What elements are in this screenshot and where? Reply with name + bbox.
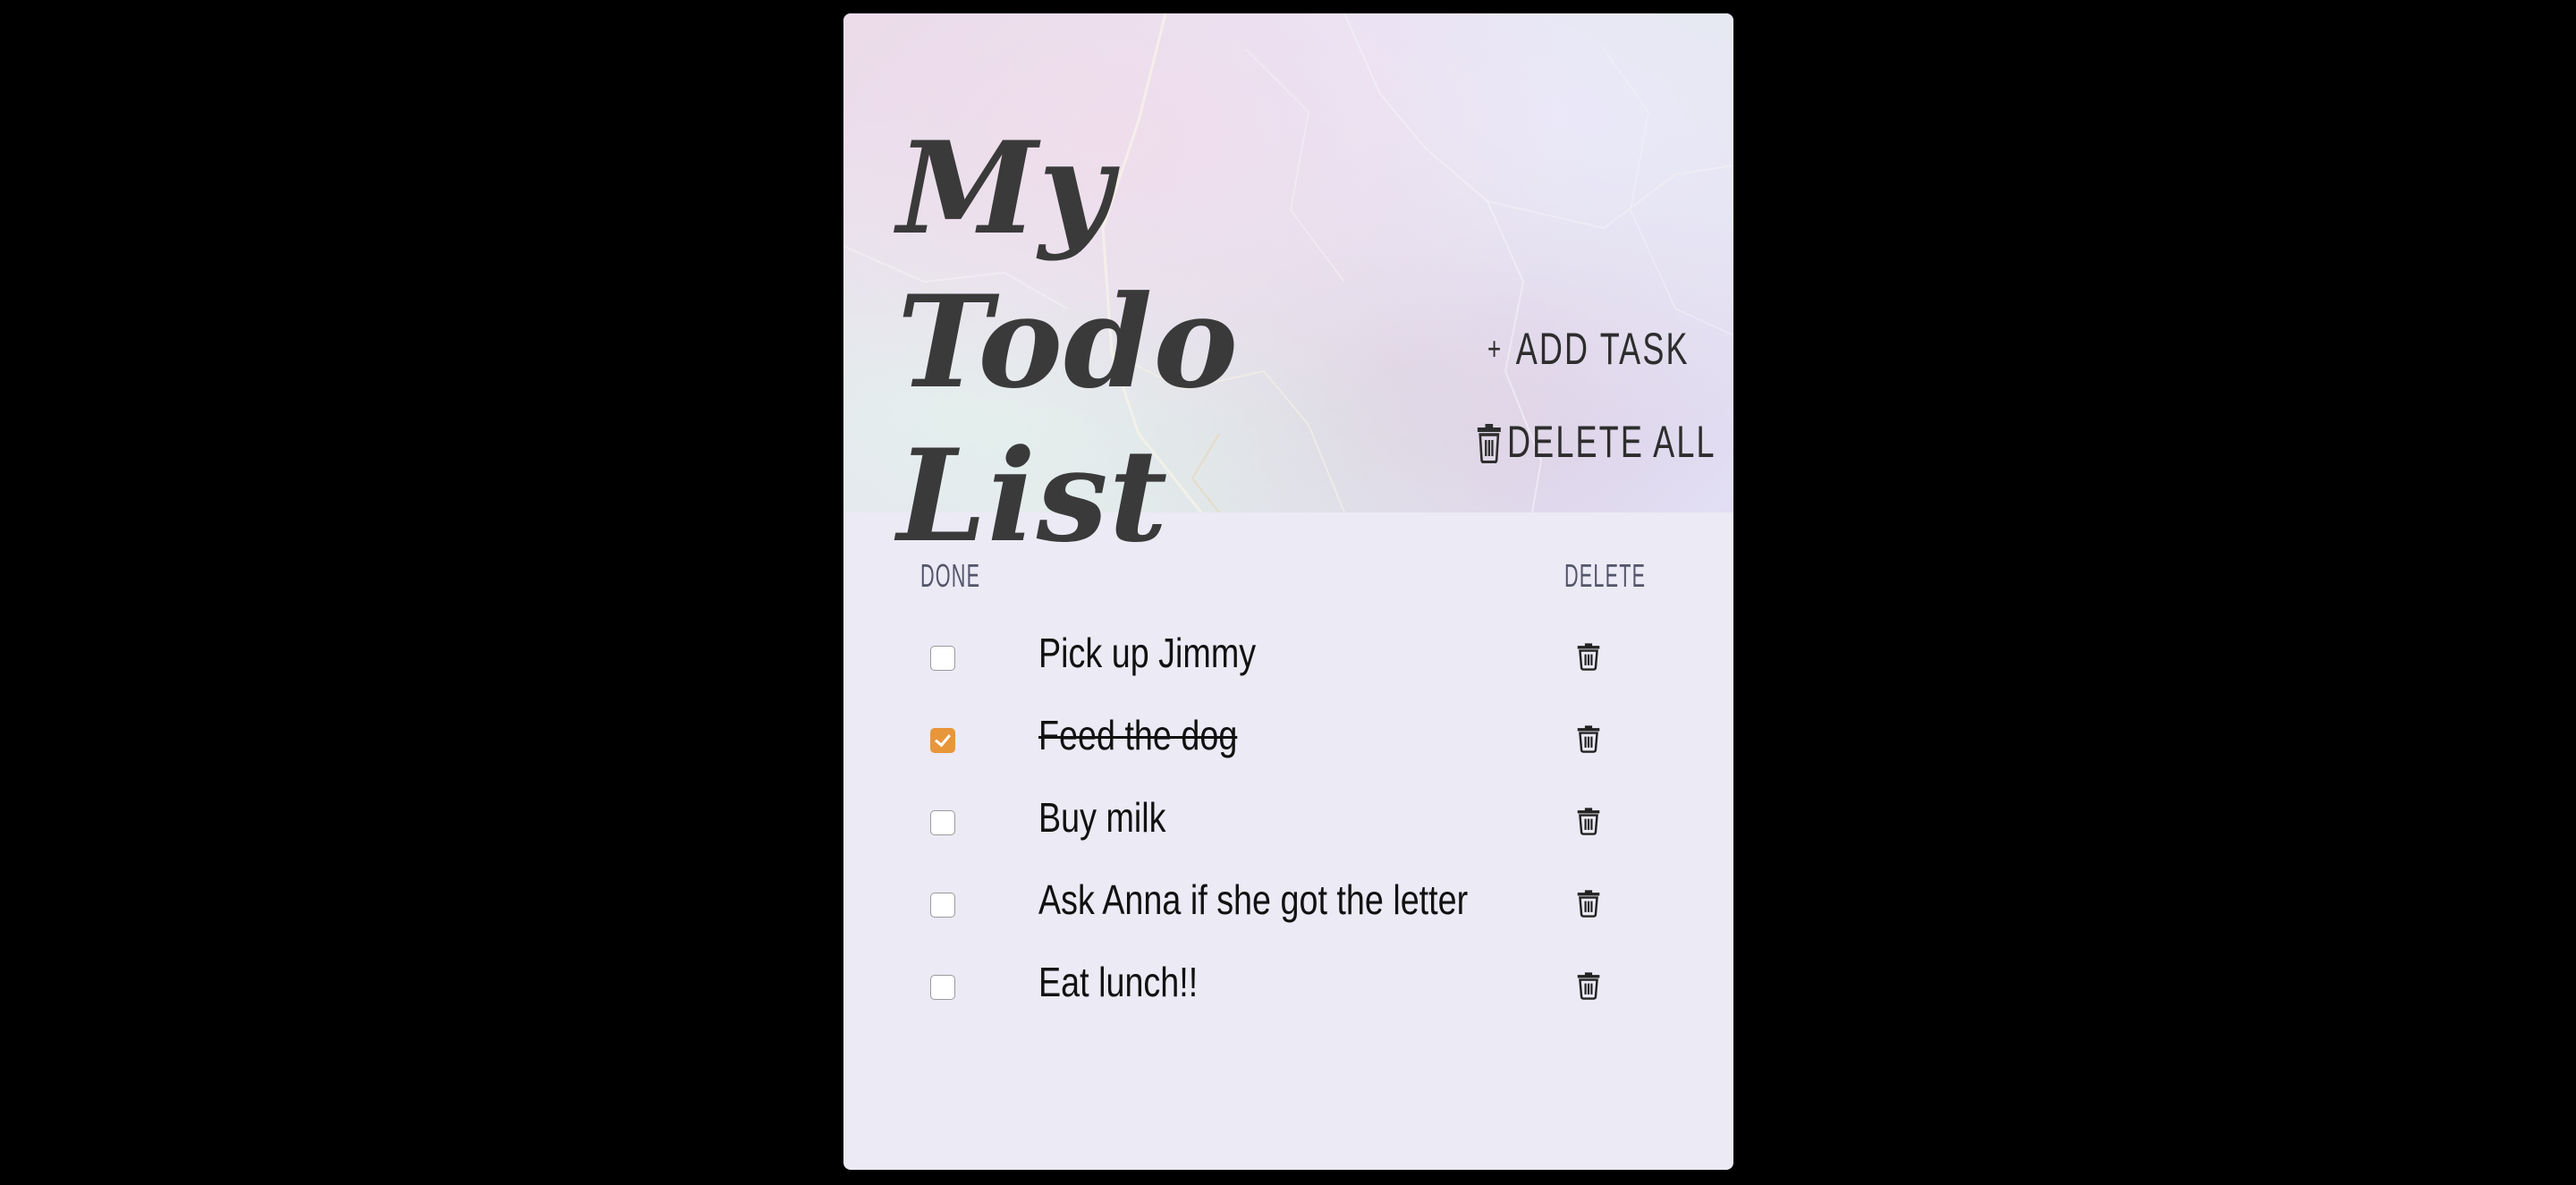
done-checkbox[interactable] [930,728,955,753]
task-text: Buy milk [1038,794,1166,841]
todo-card: My Todo List + ADD TASK DELETE ALL DONE … [843,13,1733,1170]
done-column-header: DONE [920,557,981,594]
task-list: Pick up Jimmy Feed the dog Buy milk Ask … [843,620,1733,1031]
task-row: Ask Anna if she got the letter [843,867,1733,949]
delete-all-button[interactable]: DELETE ALL [1475,416,1716,468]
done-checkbox[interactable] [930,810,955,835]
trash-icon[interactable] [1575,969,1602,1000]
task-text: Ask Anna if she got the letter [1038,876,1469,923]
trash-icon[interactable] [1575,887,1602,918]
add-task-label: ADD TASK [1515,324,1690,374]
task-row: Eat lunch!! [843,949,1733,1031]
task-row: Feed the dog [843,702,1733,784]
header-banner: My Todo List + ADD TASK DELETE ALL [843,13,1733,571]
task-list-panel: DONE DELETE Pick up Jimmy Feed the dog B… [843,512,1733,1170]
plus-icon: + [1487,330,1504,367]
trash-icon [1477,424,1501,463]
add-task-button[interactable]: + ADD TASK [1487,323,1690,375]
task-row: Pick up Jimmy [843,620,1733,702]
done-checkbox[interactable] [930,975,955,1000]
task-text: Feed the dog [1038,712,1238,758]
delete-all-label: DELETE ALL [1507,417,1716,467]
task-text: Eat lunch!! [1038,959,1199,1005]
trash-icon[interactable] [1575,805,1602,835]
page-title: My Todo List [897,112,1470,573]
trash-icon[interactable] [1575,640,1602,671]
task-text: Pick up Jimmy [1038,630,1257,676]
trash-icon[interactable] [1575,723,1602,753]
task-row: Buy milk [843,784,1733,867]
done-checkbox[interactable] [930,893,955,918]
title-line-1: My Todo [897,114,1240,417]
delete-column-header: DELETE [1564,557,1647,594]
done-checkbox[interactable] [930,646,955,671]
